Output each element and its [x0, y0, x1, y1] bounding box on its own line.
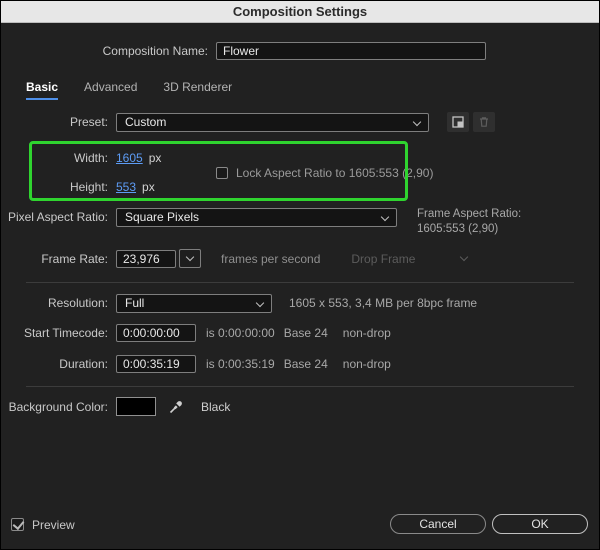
background-color-name: Black	[201, 400, 230, 414]
frame-aspect-ratio-value: 1605:553 (2,90)	[417, 222, 521, 237]
save-preset-icon	[451, 115, 465, 129]
start-timecode-drop: non-drop	[343, 326, 391, 340]
preset-dropdown[interactable]: Custom	[116, 113, 429, 132]
eyedropper-icon	[168, 398, 185, 415]
duration-is: is 0:00:35:19	[206, 357, 275, 371]
composition-settings-dialog: Composition Settings Composition Name: B…	[0, 0, 600, 550]
start-timecode-input[interactable]	[116, 324, 196, 342]
frame-rate-label: Frame Rate:	[1, 252, 116, 266]
pixel-aspect-ratio-label: Pixel Aspect Ratio:	[1, 210, 116, 224]
tab-basic[interactable]: Basic	[26, 80, 58, 100]
background-color-label: Background Color:	[1, 400, 116, 414]
lock-aspect-checkbox[interactable]	[216, 167, 228, 179]
preview-checkbox[interactable]	[11, 518, 24, 531]
separator	[26, 282, 574, 283]
start-timecode-label: Start Timecode:	[1, 326, 116, 340]
composition-name-input[interactable]	[216, 42, 486, 60]
save-preset-button[interactable]	[447, 112, 469, 132]
chevron-down-icon	[256, 298, 264, 306]
delete-preset-button[interactable]	[473, 112, 495, 132]
chevron-down-icon	[186, 253, 194, 261]
composition-name-label: Composition Name:	[1, 44, 216, 58]
preview-label: Preview	[32, 518, 75, 532]
cancel-button[interactable]: Cancel	[390, 514, 486, 534]
height-label: Height:	[1, 180, 116, 194]
drop-frame-label: Drop Frame	[351, 252, 415, 266]
tab-advanced[interactable]: Advanced	[84, 80, 137, 100]
duration-base: Base 24	[284, 357, 328, 371]
ok-button[interactable]: OK	[492, 514, 588, 534]
chevron-down-icon	[413, 117, 421, 125]
resolution-info: 1605 x 553, 3,4 MB per 8bpc frame	[289, 296, 477, 310]
resolution-label: Resolution:	[1, 296, 116, 310]
frame-rate-preset-dropdown[interactable]	[179, 249, 201, 268]
resolution-value: Full	[125, 296, 144, 310]
width-unit: px	[149, 151, 162, 165]
titlebar: Composition Settings	[1, 1, 599, 23]
frame-aspect-ratio-info: Frame Aspect Ratio: 1605:553 (2,90)	[417, 207, 521, 237]
width-value[interactable]: 1605	[116, 151, 143, 165]
separator	[26, 386, 574, 387]
pixel-aspect-ratio-dropdown[interactable]: Square Pixels	[116, 208, 397, 227]
duration-label: Duration:	[1, 357, 116, 371]
start-timecode-base: Base 24	[284, 326, 328, 340]
tab-bar: Basic Advanced 3D Renderer	[26, 80, 232, 100]
tab-3d-renderer[interactable]: 3D Renderer	[163, 80, 232, 100]
lock-aspect-label: Lock Aspect Ratio to 1605:553 (2,90)	[236, 166, 433, 180]
height-value[interactable]: 553	[116, 180, 136, 194]
frame-rate-unit: frames per second	[221, 252, 320, 266]
duration-drop: non-drop	[343, 357, 391, 371]
preset-label: Preset:	[1, 115, 116, 129]
frame-rate-input[interactable]	[116, 250, 176, 268]
eyedropper-button[interactable]	[168, 398, 185, 415]
dialog-title: Composition Settings	[233, 4, 367, 19]
frame-aspect-ratio-label: Frame Aspect Ratio:	[417, 207, 521, 222]
chevron-down-icon	[381, 212, 389, 220]
preset-value: Custom	[125, 115, 166, 129]
chevron-down-icon	[460, 253, 468, 261]
background-color-swatch[interactable]	[116, 397, 156, 416]
resolution-dropdown[interactable]: Full	[116, 294, 272, 313]
width-label: Width:	[1, 151, 116, 165]
duration-input[interactable]	[116, 355, 196, 373]
height-unit: px	[142, 180, 155, 194]
pixel-aspect-ratio-value: Square Pixels	[125, 210, 199, 224]
start-timecode-is: is 0:00:00:00	[206, 326, 275, 340]
trash-icon	[477, 115, 491, 129]
